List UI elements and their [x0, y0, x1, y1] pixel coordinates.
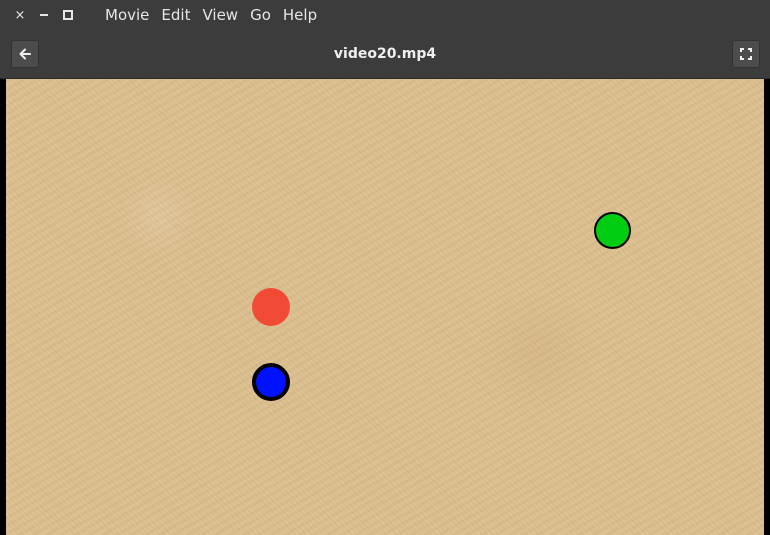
red-ball [252, 288, 290, 326]
arrow-left-icon [19, 48, 31, 60]
maximize-window-button[interactable] [56, 3, 80, 27]
menu-list: Movie Edit View Go Help [99, 0, 323, 30]
minimize-window-button[interactable] [32, 3, 56, 27]
menu-edit[interactable]: Edit [155, 0, 196, 30]
video-frame[interactable] [6, 79, 764, 535]
minimize-icon [40, 14, 48, 16]
blue-ball [252, 363, 290, 401]
fullscreen-button[interactable] [732, 40, 760, 68]
video-title: video20.mp4 [333, 46, 437, 62]
fullscreen-icon [740, 48, 752, 60]
back-button[interactable] [11, 40, 39, 68]
menu-movie[interactable]: Movie [99, 0, 155, 30]
green-ball [594, 212, 631, 249]
close-icon: × [14, 7, 26, 23]
video-player-window: × Movie Edit View Go Help video20.mp4 [0, 0, 770, 535]
close-window-button[interactable]: × [8, 3, 32, 27]
header-bar: video20.mp4 [0, 30, 770, 79]
menu-help[interactable]: Help [277, 0, 323, 30]
maximize-icon [63, 10, 73, 20]
menu-bar: × Movie Edit View Go Help [0, 0, 770, 30]
menu-view[interactable]: View [196, 0, 244, 30]
menu-go[interactable]: Go [244, 0, 277, 30]
